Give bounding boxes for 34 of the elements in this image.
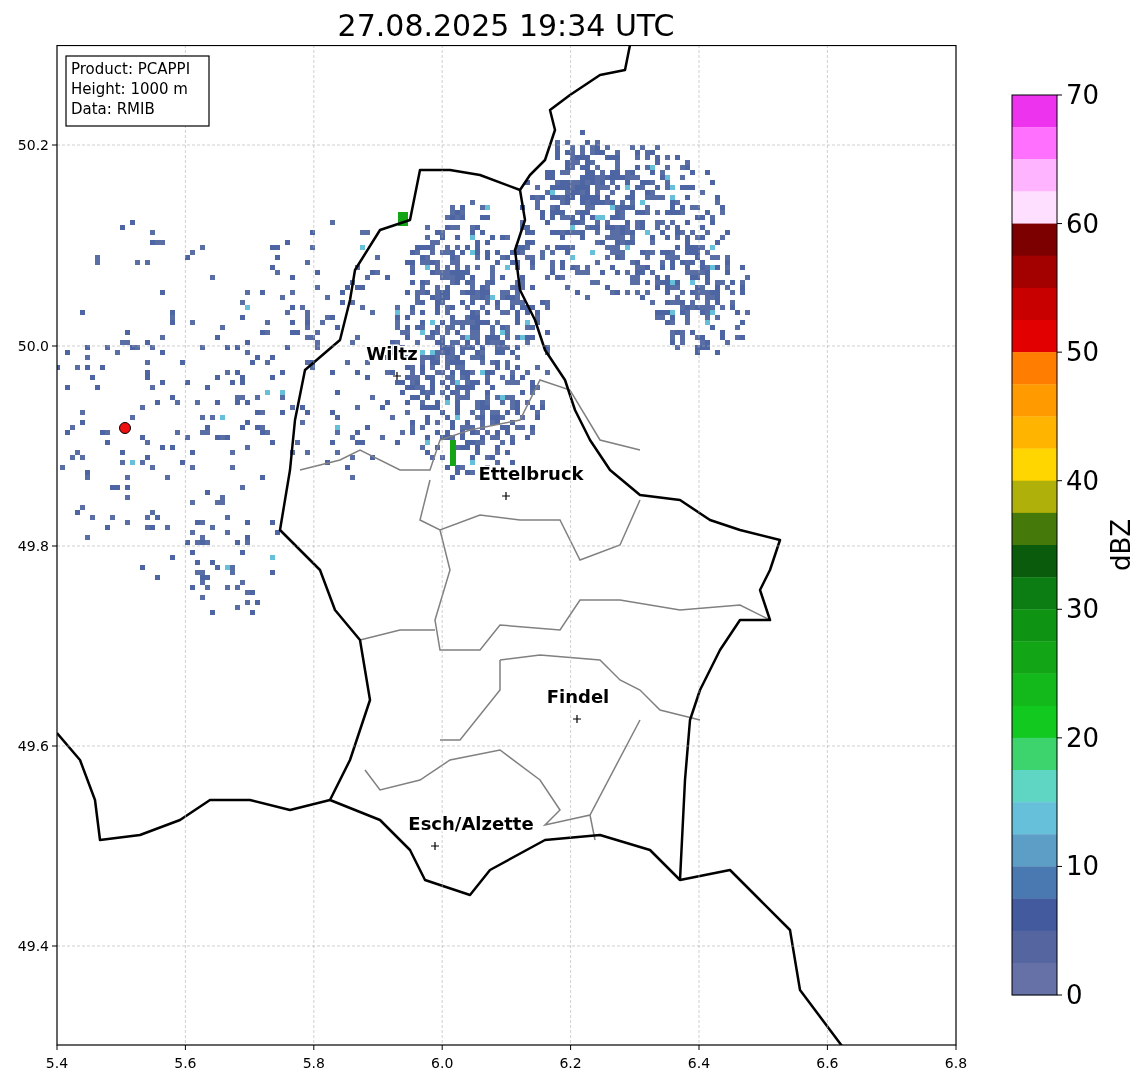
colorbar-label: dBZ [1106, 518, 1136, 572]
chart-title: 27.08.2025 19:34 UTC [336, 7, 676, 45]
plus-icon [572, 714, 582, 724]
axis-tick-label: 6.0 [431, 1055, 454, 1071]
axis-tick-label: 49.8 [17, 538, 49, 554]
colorbar-tick-label: 10 [1066, 851, 1100, 882]
axis-tick-label: 6.6 [816, 1055, 839, 1071]
axis-tick-label: 5.6 [174, 1055, 197, 1071]
axis-tick-label: 49.4 [17, 938, 49, 954]
colorbar-tick-label: 60 [1066, 208, 1100, 239]
legend-text: Data: RMIB [71, 100, 155, 118]
colorbar-tick-label: 70 [1066, 80, 1100, 110]
axis-tick-label: 50.0 [17, 338, 49, 354]
radar-site-icon [119, 422, 131, 434]
axis-tick-label: 5.8 [302, 1055, 325, 1071]
axis-tick-label: 6.8 [944, 1055, 968, 1071]
colorbar-tick-label: 0 [1066, 980, 1083, 1010]
city-label: Esch/Alzette [408, 813, 534, 834]
axis-tick-label: 5.4 [45, 1055, 69, 1071]
colorbar-tick-label: 50 [1066, 337, 1100, 368]
plus-icon [392, 371, 402, 381]
legend-text: Product: PCAPPI [71, 60, 191, 78]
axis-tick-label: 6.4 [687, 1055, 711, 1071]
axis-tick-label: 6.2 [559, 1055, 582, 1071]
plus-icon [430, 841, 440, 851]
legend-text: Height: 1000 m [71, 80, 188, 98]
city-label: Ettelbruck [478, 463, 584, 484]
colorbar-tick-label: 20 [1066, 722, 1100, 753]
city-label: Findel [546, 686, 610, 707]
axis-tick-label: 50.2 [17, 137, 49, 153]
colorbar-tick-label: 30 [1066, 594, 1100, 625]
colorbar-tick-label: 40 [1066, 465, 1100, 496]
plus-icon [501, 491, 511, 501]
axis-tick-label: 49.6 [17, 738, 49, 754]
